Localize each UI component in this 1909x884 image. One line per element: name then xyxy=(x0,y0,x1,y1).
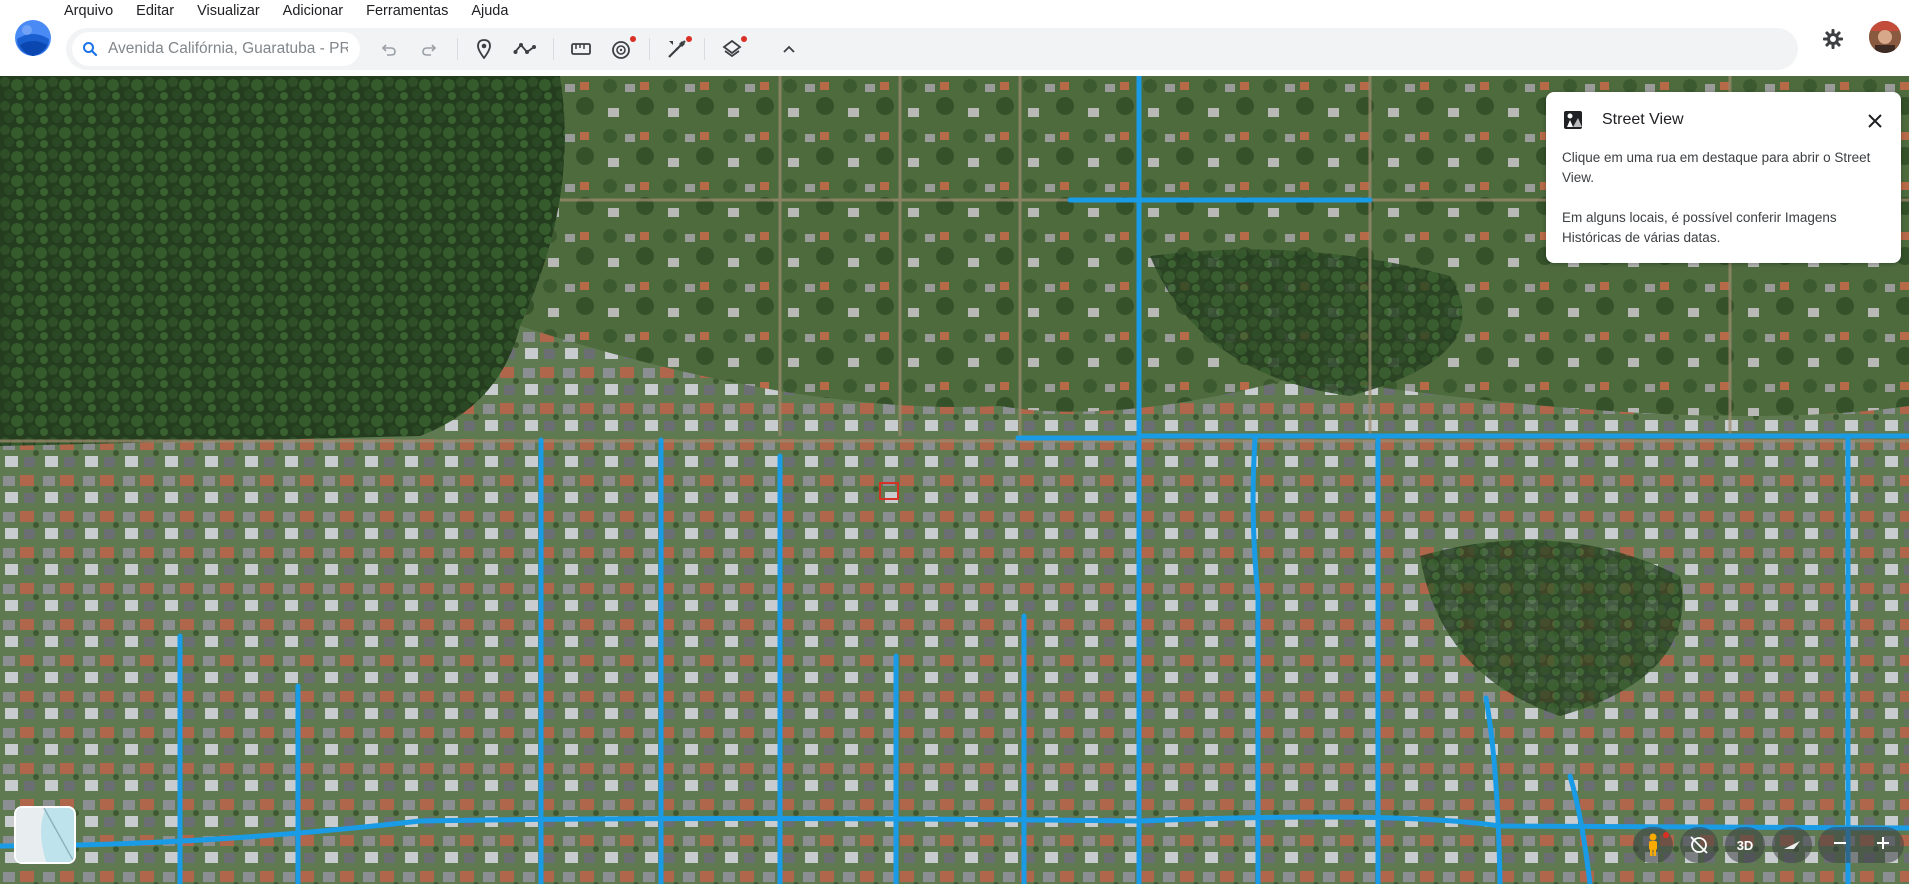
notification-dot xyxy=(741,36,747,42)
street-view-icon xyxy=(1562,109,1584,136)
notification-dot xyxy=(1663,832,1669,838)
street-view-title: Street View xyxy=(1602,111,1684,128)
placemark-icon[interactable] xyxy=(469,34,499,64)
zoom-out-icon[interactable] xyxy=(1833,836,1847,855)
avatar[interactable] xyxy=(1869,21,1901,53)
view-3d-button[interactable]: 3D xyxy=(1725,827,1765,863)
tools-icon[interactable] xyxy=(662,34,692,64)
search-icon[interactable] xyxy=(72,41,108,57)
search-input[interactable] xyxy=(108,40,348,58)
menu-bar: Arquivo Editar Visualizar Adicionar Ferr… xyxy=(0,0,1909,24)
ruler-icon[interactable] xyxy=(566,34,596,64)
menu-editar[interactable]: Editar xyxy=(136,3,174,19)
pegman-icon[interactable] xyxy=(1633,827,1673,863)
path-icon[interactable] xyxy=(510,34,540,64)
street-view-panel: Street View Clique em uma rua em destaqu… xyxy=(1546,92,1901,263)
street-view-instruction: Clique em uma rua em destaque para abrir… xyxy=(1562,150,1871,185)
menu-items: Arquivo Editar Visualizar Adicionar Ferr… xyxy=(64,3,531,19)
gear-icon[interactable] xyxy=(1818,24,1848,54)
notification-dot xyxy=(686,36,692,42)
notification-dot xyxy=(630,36,636,42)
minimap[interactable] xyxy=(14,806,76,864)
close-icon[interactable] xyxy=(1863,109,1887,133)
redo-icon[interactable] xyxy=(414,34,444,64)
menu-ferramentas[interactable]: Ferramentas xyxy=(366,3,448,19)
toolbar-separator xyxy=(649,38,650,60)
historical-imagery-icon[interactable] xyxy=(606,34,636,64)
toolbar-separator xyxy=(553,38,554,60)
menu-ajuda[interactable]: Ajuda xyxy=(471,3,508,19)
menu-visualizar[interactable]: Visualizar xyxy=(197,3,260,19)
layers-icon[interactable] xyxy=(717,34,747,64)
toolbar-separator xyxy=(704,38,705,60)
menu-adicionar[interactable]: Adicionar xyxy=(283,3,343,19)
undo-icon[interactable] xyxy=(374,34,404,64)
zoom-controls xyxy=(1818,827,1904,863)
toolbar-separator xyxy=(457,38,458,60)
search-box xyxy=(72,32,360,66)
street-view-historical-note: Em alguns locais, é possível conferir Im… xyxy=(1562,210,1837,245)
compass-icon[interactable] xyxy=(1772,827,1812,863)
menu-arquivo[interactable]: Arquivo xyxy=(64,3,113,19)
view-3d-label: 3D xyxy=(1736,837,1754,853)
earth-logo-icon[interactable] xyxy=(14,19,52,57)
zoom-in-icon[interactable] xyxy=(1876,836,1890,855)
collapse-icon[interactable] xyxy=(774,34,804,64)
reset-tilt-icon[interactable] xyxy=(1680,827,1718,863)
